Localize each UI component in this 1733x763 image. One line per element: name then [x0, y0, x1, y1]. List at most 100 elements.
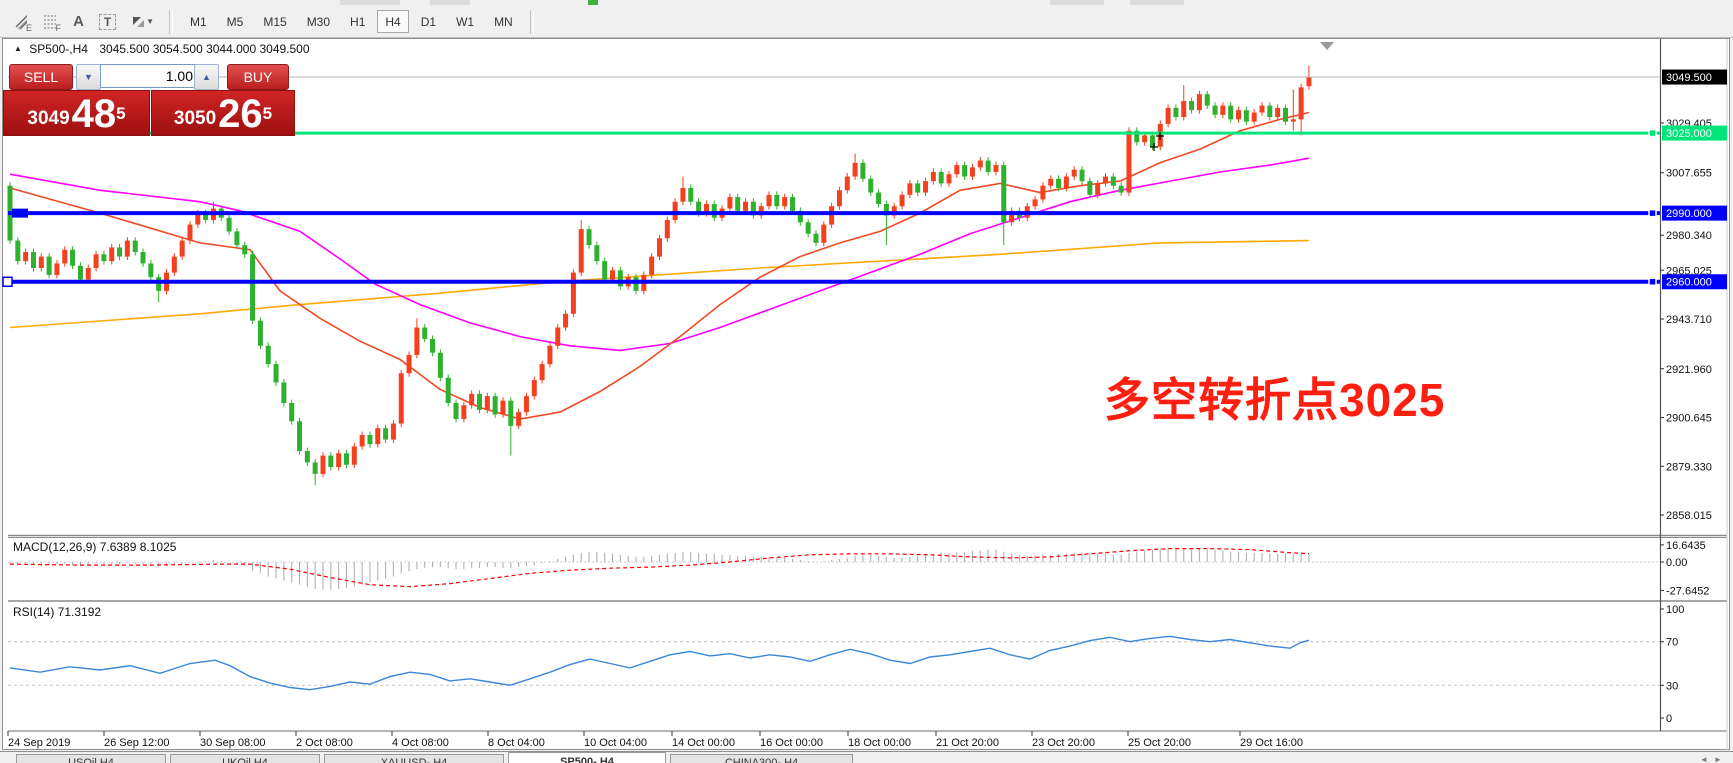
tab-scroll-right-icon[interactable]: ►: [1714, 755, 1722, 763]
candle: [109, 247, 114, 261]
candle: [375, 428, 380, 444]
candle: [1306, 77, 1311, 86]
candle: [148, 263, 153, 277]
svg-text:2900.645: 2900.645: [1666, 413, 1712, 425]
candle: [532, 380, 537, 396]
candle: [1033, 199, 1038, 206]
price-axis[interactable]: 3029.4053007.6552980.3402965.0252943.710…: [1660, 70, 1727, 522]
date-axis[interactable]: 24 Sep 201926 Sep 12:0030 Sep 08:002 Oct…: [8, 731, 1303, 749]
candle: [806, 222, 811, 233]
symbol-period-label: SP500-,H4: [29, 42, 88, 56]
candle: [1181, 101, 1186, 117]
candle: [931, 172, 936, 181]
candle: [680, 188, 685, 202]
svg-text:25 Oct 20:00: 25 Oct 20:00: [1128, 737, 1191, 749]
candle: [1260, 106, 1265, 113]
candle: [1119, 186, 1124, 193]
candle: [414, 327, 419, 354]
buy-price-sup: 5: [263, 91, 272, 137]
candle: [321, 456, 326, 474]
chart-tab-sp500h4[interactable]: SP500-,H4: [508, 752, 666, 763]
ohlc-values-label: 3045.500 3054.500 3044.000 3049.500: [99, 42, 309, 56]
buy-button[interactable]: BUY: [227, 64, 289, 90]
hline-handle[interactable]: [1649, 278, 1656, 285]
candle: [407, 355, 412, 373]
candle: [62, 250, 67, 264]
candle: [907, 183, 912, 194]
volume-decrease-button[interactable]: ▼: [76, 64, 101, 90]
candle: [94, 254, 99, 268]
candle: [587, 229, 592, 245]
candle: [227, 218, 232, 232]
chart-tab-xauusdh4[interactable]: XAUUSD-,H4: [324, 754, 504, 763]
sell-price-sup: 5: [116, 91, 125, 137]
candle: [634, 277, 639, 291]
tab-scroll-left-icon[interactable]: ◄: [1700, 755, 1708, 763]
candle: [141, 252, 146, 263]
candle: [712, 204, 717, 218]
candle: [242, 245, 247, 254]
candle: [563, 314, 568, 328]
candle: [47, 257, 52, 275]
svg-text:0: 0: [1666, 713, 1672, 725]
sell-button[interactable]: SELL: [9, 64, 73, 90]
candle: [31, 252, 36, 268]
buy-price-stem: 3050: [174, 106, 216, 132]
hline-handle[interactable]: [1649, 130, 1656, 137]
candle: [1103, 177, 1108, 184]
candle: [540, 364, 545, 380]
candle: [101, 254, 106, 261]
candle: [430, 339, 435, 353]
candle: [688, 188, 693, 202]
candle: [508, 401, 513, 426]
candle: [774, 195, 779, 206]
candle: [915, 183, 920, 192]
chart-tab-ukoilh4[interactable]: UKOil,H4: [170, 754, 320, 763]
chart-tab-usoilh4[interactable]: USOil,H4: [16, 754, 166, 763]
collapse-panel-icon[interactable]: ▲: [14, 44, 22, 53]
candle: [446, 378, 451, 403]
candle: [336, 453, 341, 467]
svg-text:2 Oct 08:00: 2 Oct 08:00: [296, 737, 353, 749]
candle: [1220, 106, 1225, 115]
candle: [1087, 181, 1092, 195]
candle: [876, 193, 881, 204]
candle: [70, 250, 75, 266]
candle: [1048, 179, 1053, 186]
volume-increase-button[interactable]: ▲: [194, 64, 219, 90]
candle: [947, 174, 952, 183]
shift-end-marker-icon[interactable]: [1320, 42, 1334, 50]
buy-price-tile[interactable]: 3050 26 5: [151, 90, 295, 136]
volume-input[interactable]: [100, 64, 202, 88]
candle: [477, 394, 482, 410]
candle: [767, 195, 772, 206]
sell-price-tile[interactable]: 3049 48 5: [3, 90, 150, 136]
candle: [367, 435, 372, 444]
hline-handle[interactable]: [1649, 210, 1656, 217]
macd-pane[interactable]: 16.64350.00-27.6452: [8, 540, 1709, 598]
candle: [281, 382, 286, 403]
candle: [485, 396, 490, 410]
candle: [1291, 119, 1296, 121]
candle: [54, 263, 59, 274]
svg-text:10 Oct 04:00: 10 Oct 04:00: [584, 737, 647, 749]
svg-text:18 Oct 00:00: 18 Oct 00:00: [848, 737, 911, 749]
chart-annotation-text[interactable]: 多空转折点3025: [1104, 364, 1445, 430]
candle: [782, 197, 787, 206]
candle: [1267, 106, 1272, 117]
svg-text:3049.500: 3049.500: [1666, 72, 1712, 84]
candle: [1213, 106, 1218, 115]
candle: [829, 206, 834, 224]
candle: [454, 403, 459, 419]
candle: [547, 346, 552, 364]
candle: [1189, 101, 1194, 110]
svg-text:24 Sep 2019: 24 Sep 2019: [8, 737, 70, 749]
chart-tab-china300h4[interactable]: CHINA300-,H4: [670, 754, 853, 763]
rsi-pane[interactable]: 10070300: [8, 604, 1684, 725]
candle: [970, 167, 975, 176]
candle: [23, 252, 28, 261]
svg-text:0.00: 0.00: [1666, 557, 1687, 569]
candle: [813, 234, 818, 243]
candle: [594, 245, 599, 261]
svg-text:2921.960: 2921.960: [1666, 364, 1712, 376]
